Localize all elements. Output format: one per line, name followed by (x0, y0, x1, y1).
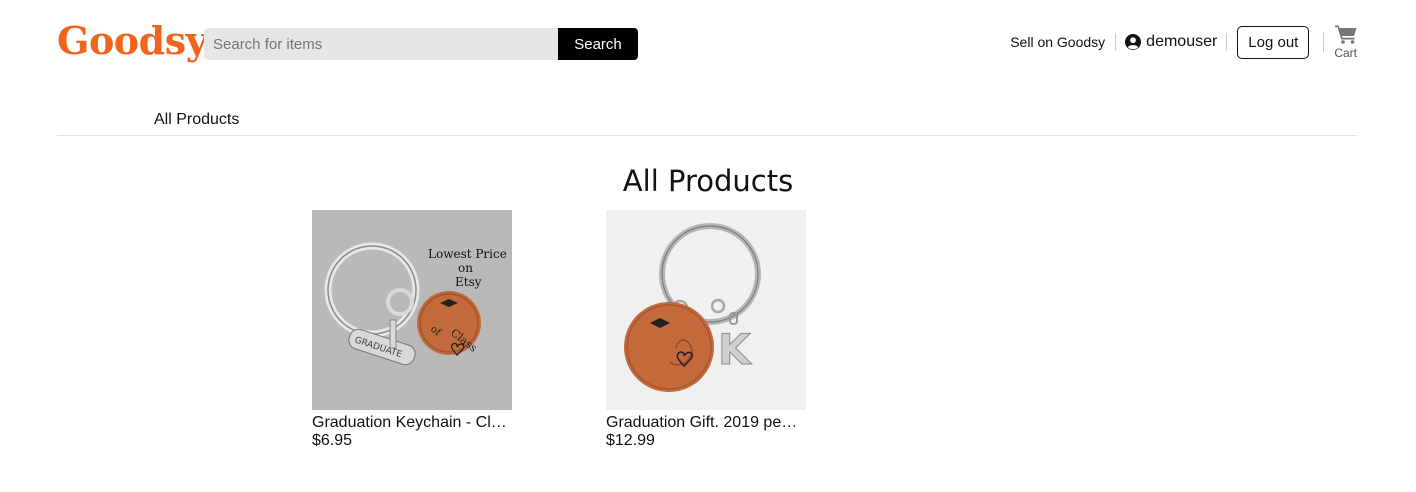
product-price: $12.99 (606, 432, 655, 449)
page-title: All Products (622, 164, 794, 198)
product-card[interactable]: Class of GRADUATE Lowest Price on Etsy G… (312, 210, 512, 450)
header-actions: Sell on Goodsy demouser Log out Cart (1010, 18, 1357, 66)
product-card[interactable]: K Graduation Gift. 2019 pe… $12.99 (606, 210, 806, 450)
product-price: $6.95 (312, 432, 353, 449)
image-text-line-1: Lowest Price (428, 247, 507, 261)
cart-label: Cart (1334, 46, 1357, 60)
nav-item-all-products[interactable]: All Products (154, 111, 239, 129)
charm-letter: K (718, 325, 752, 374)
user-menu[interactable]: demouser (1116, 33, 1228, 51)
site-logo[interactable]: Goodsy (57, 16, 208, 66)
site-header: Goodsy Search Sell on Goodsy demouser Lo… (0, 0, 1416, 96)
search-button[interactable]: Search (558, 28, 638, 60)
username: demouser (1146, 33, 1218, 50)
product-grid: Class of GRADUATE Lowest Price on Etsy G… (312, 210, 806, 450)
product-title[interactable]: Graduation Gift. 2019 pe… (606, 413, 806, 432)
image-text-line-2: on (458, 261, 473, 275)
search-bar: Search (204, 28, 638, 60)
product-title[interactable]: Graduation Keychain - Cl… (312, 413, 512, 432)
sell-on-goodsy-link[interactable]: Sell on Goodsy (1010, 33, 1117, 51)
cart-link[interactable]: Cart (1334, 24, 1357, 60)
logout-button[interactable]: Log out (1237, 25, 1310, 59)
image-text-line-3: Etsy (455, 275, 482, 289)
user-circle-icon (1125, 34, 1142, 50)
search-input[interactable] (204, 28, 558, 60)
category-nav: All Products (57, 96, 1357, 136)
product-image[interactable]: Class of GRADUATE Lowest Price on Etsy (312, 210, 512, 410)
product-image[interactable]: K (606, 210, 806, 410)
shopping-cart-icon (1334, 25, 1357, 44)
header-divider (1323, 32, 1325, 52)
